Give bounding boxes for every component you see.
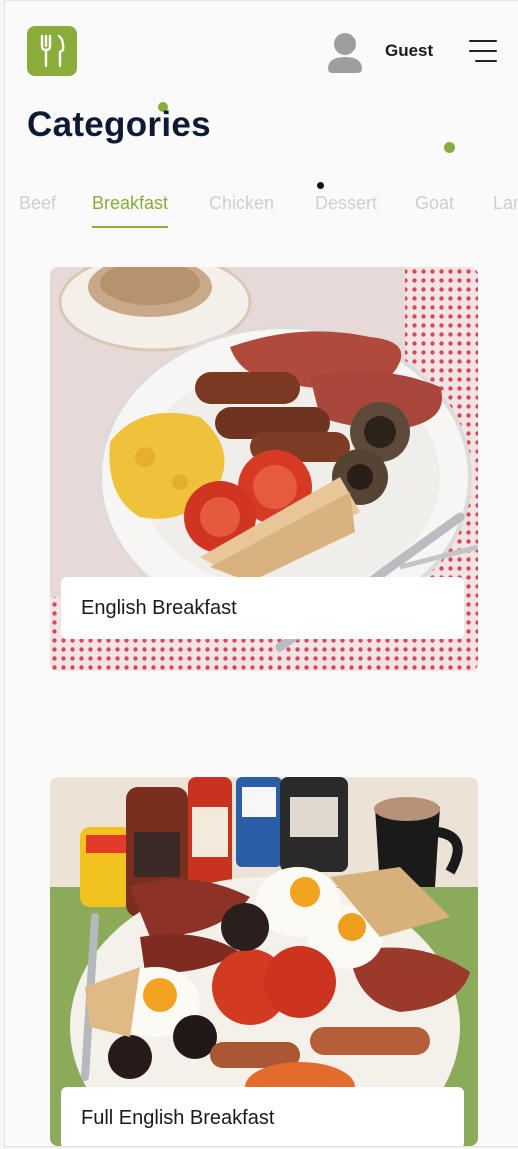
- category-tabs: Beef Breakfast Chicken Dessert Goat Lamb: [5, 193, 518, 233]
- tab-dessert[interactable]: Dessert: [315, 193, 377, 214]
- meal-card[interactable]: Full English Breakfast: [50, 777, 478, 1146]
- meal-name: Full English Breakfast: [61, 1087, 464, 1146]
- fork-knife-icon: [40, 34, 65, 68]
- user-avatar-icon[interactable]: [327, 31, 363, 73]
- app-frame: Guest Categories Beef Breakfast Chicken …: [4, 0, 518, 1147]
- tab-chicken[interactable]: Chicken: [209, 193, 274, 214]
- meal-card[interactable]: English Breakfast: [50, 267, 478, 671]
- logo-fork-knife-icon[interactable]: [27, 26, 77, 76]
- meal-name: English Breakfast: [61, 577, 464, 639]
- tab-goat[interactable]: Goat: [415, 193, 454, 214]
- tab-lamb[interactable]: Lamb: [493, 193, 518, 214]
- decorative-dot: [317, 182, 324, 189]
- tab-breakfast[interactable]: Breakfast: [92, 193, 169, 228]
- page-title: Categories: [27, 105, 211, 144]
- tab-beef[interactable]: Beef: [19, 193, 56, 214]
- user-name[interactable]: Guest: [385, 41, 433, 61]
- decorative-dot: [444, 142, 455, 153]
- hamburger-menu-icon[interactable]: [469, 40, 499, 64]
